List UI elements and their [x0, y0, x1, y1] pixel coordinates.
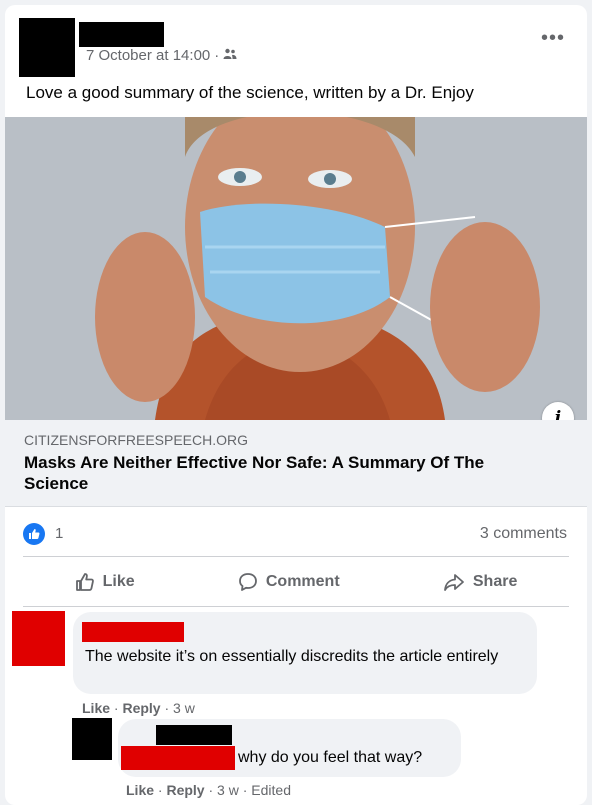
- separator: ·: [157, 782, 163, 798]
- author-name-redacted[interactable]: [79, 22, 164, 47]
- reply-time[interactable]: 3 w: [217, 782, 239, 798]
- post-timestamp[interactable]: 7 October at 14:00: [86, 47, 210, 64]
- comment-button[interactable]: Comment: [238, 572, 340, 592]
- comment-label: Comment: [265, 573, 340, 590]
- like-button[interactable]: Like: [75, 572, 135, 592]
- author-avatar-redacted[interactable]: [19, 18, 75, 77]
- reply-actions: Like · Reply · 3 w · Edited: [126, 782, 291, 798]
- commenter-name-redacted[interactable]: [82, 622, 184, 642]
- friends-icon: [223, 47, 237, 64]
- like-label: Like: [102, 573, 135, 590]
- link-domain: CITIZENSFORFREESPEECH.ORG: [24, 432, 249, 448]
- comment-actions: Like · Reply · 3 w: [82, 700, 195, 716]
- comment-bubble: The website it’s on essentially discredi…: [73, 612, 537, 694]
- meta-separator: ·: [214, 47, 220, 64]
- link-preview-caption[interactable]: CITIZENSFORFREESPEECH.ORG Masks Are Neit…: [5, 420, 587, 507]
- reply-name-redacted[interactable]: [156, 725, 232, 745]
- commenter-avatar-redacted[interactable]: [12, 611, 65, 666]
- more-options-icon[interactable]: •••: [541, 28, 565, 48]
- post-meta: 7 October at 14:00 ·: [86, 47, 237, 64]
- separator: ·: [113, 700, 119, 716]
- share-label: Share: [472, 573, 518, 590]
- reply-text: why do you feel that way?: [238, 749, 423, 766]
- comment-icon: [238, 573, 257, 591]
- like-icon: [75, 573, 94, 591]
- divider: [23, 556, 569, 557]
- reply-bubble: why do you feel that way?: [118, 719, 461, 777]
- link-preview-image[interactable]: i: [5, 117, 587, 420]
- comment-count[interactable]: 3 comments: [480, 525, 567, 543]
- reply-mention-redacted[interactable]: [121, 746, 235, 770]
- share-button[interactable]: Share: [443, 572, 517, 592]
- like-count[interactable]: 1: [55, 525, 63, 542]
- post-text: Love a good summary of the science, writ…: [26, 83, 474, 102]
- woman-wearing-mask-image: [5, 117, 587, 420]
- separator: ·: [208, 782, 214, 798]
- separator: ·: [164, 700, 170, 716]
- reply-like-button[interactable]: Like: [126, 782, 154, 798]
- edited-label: Edited: [251, 782, 291, 798]
- comment-time[interactable]: 3 w: [173, 700, 195, 716]
- reply-avatar-redacted[interactable]: [72, 718, 112, 760]
- divider: [23, 606, 569, 607]
- post-actions: Like Comment Share: [23, 558, 569, 606]
- separator: ·: [242, 782, 248, 798]
- like-reaction-icon[interactable]: [23, 523, 45, 545]
- reply-reply-button[interactable]: Reply: [166, 782, 204, 798]
- share-icon: [443, 574, 464, 591]
- post-stats: 1 3 comments: [5, 520, 587, 550]
- comment-like-button[interactable]: Like: [82, 700, 110, 716]
- comment-reply-button[interactable]: Reply: [122, 700, 160, 716]
- link-title: Masks Are Neither Effective Nor Safe: A …: [24, 453, 485, 493]
- post-card: 7 October at 14:00 · ••• Love a good sum…: [5, 5, 587, 805]
- comment-text: The website it’s on essentially discredi…: [85, 648, 499, 665]
